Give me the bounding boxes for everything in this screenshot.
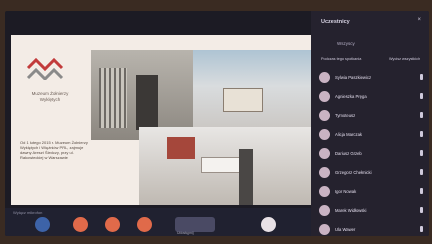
section-label: Podczas tego spotkania [321,57,362,61]
participant-name: Agnieszka Pręga [335,94,367,99]
avatar [319,167,330,178]
mic-icon [420,131,423,137]
participant-item[interactable]: Tymoteusz [319,107,427,126]
participant-name: Marek Widłowski [335,208,367,213]
participant-name: Sylwia Paszkiewicz [335,75,372,80]
participant-name: Ula Wawer [335,227,356,232]
mic-icon [420,93,423,99]
participants-filter[interactable]: Wszyscy [337,41,355,46]
participant-item[interactable]: Agnieszka Pręga [319,88,427,107]
panel-title: Uczestnicy [321,19,350,25]
mute-all-button[interactable]: Wycisz wszystkich [389,57,420,61]
avatar [319,224,330,235]
museum-logo [26,58,64,80]
participant-item[interactable]: Dariusz Grzeb [319,145,427,164]
participant-list: Sylwia Paszkiewicz Agnieszka Pręga Tymot… [319,69,427,236]
mic-icon [420,207,423,213]
participant-item[interactable]: Grzegorz Chełmicki [319,164,427,183]
participant-item[interactable]: Sylwia Paszkiewicz [319,69,427,88]
toolbar-left-label: Wyłącz mikrofon [13,210,43,215]
participant-name: Grzegorz Chełmicki [335,170,372,175]
shared-slide: Muzeum Żołnierzy Wyklętych Od 1 lutego 2… [11,35,313,205]
participant-name: Igor Nowak [335,189,357,194]
participant-item[interactable]: Marek Widłowski [319,202,427,221]
monitor-frame: Muzeum Żołnierzy Wyklętych Od 1 lutego 2… [0,0,432,244]
participant-name: Dariusz Grzeb [335,151,362,156]
video-button[interactable] [73,217,88,232]
participants-panel: Uczestnicy × Wszyscy Podczas tego spotka… [311,11,429,236]
participant-item[interactable]: Ula Wawer [319,221,427,236]
screen: Muzeum Żołnierzy Wyklętych Od 1 lutego 2… [5,11,429,236]
mic-icon [420,226,423,232]
participant-name: Tymoteusz [335,113,356,118]
participant-name: Alicja Marczak [335,132,362,137]
slide-org-name: Muzeum Żołnierzy Wyklętych [31,91,69,102]
share-button[interactable] [175,217,215,232]
participant-item[interactable]: Alicja Marczak [319,126,427,145]
photo-winter-buildings [139,127,313,205]
mic-icon [420,188,423,194]
avatar [319,205,330,216]
mic-icon [420,150,423,156]
avatar [319,72,330,83]
raise-hand-button[interactable] [137,217,152,232]
more-options-button[interactable] [261,217,276,232]
mic-icon [420,169,423,175]
mic-button[interactable] [35,217,50,232]
participant-item[interactable]: Igor Nowak [319,183,427,202]
avatar [319,129,330,140]
avatar [319,148,330,159]
avatar [319,91,330,102]
mic-icon [420,74,423,80]
mic-icon [420,112,423,118]
avatar [319,110,330,121]
share-label: Udostępnij [177,231,194,235]
close-icon[interactable]: × [417,17,421,23]
meeting-toolbar: Wyłącz mikrofon Udostępnij [5,208,311,236]
avatar [319,186,330,197]
reactions-button[interactable] [105,217,120,232]
slide-caption: Od 1 lutego 2015 r. Muzeum Żołnierzy Wyk… [20,140,88,160]
